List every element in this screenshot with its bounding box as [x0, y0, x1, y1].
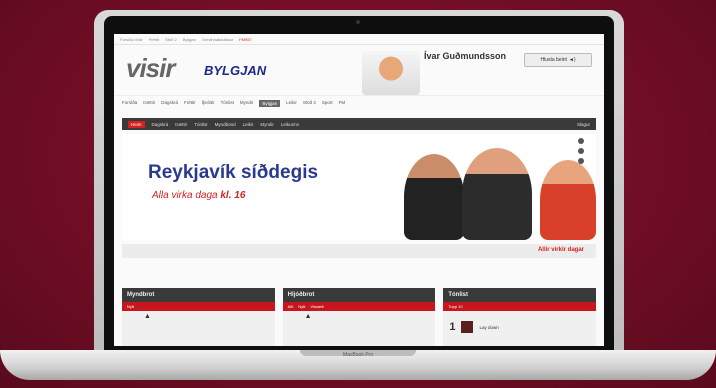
category-link[interactable]: Tónlist [221, 100, 234, 107]
nav-item[interactable]: Tónlist [194, 122, 207, 127]
audio-box: Hljóðbrot Allt Nýtt Vinsælt ▲ [282, 288, 436, 346]
box-tab[interactable]: Topp 10 [448, 304, 462, 309]
video-box: Myndbrot Nýtt ▲ [122, 288, 275, 346]
browser-screen: Forsíða Vísir Fréttir Stöð 2 Bylgjan Ger… [114, 34, 604, 346]
box-tab[interactable]: Nýtt [298, 304, 305, 309]
nav-item[interactable]: Þættir [175, 122, 187, 127]
listen-label: Hlusta beint [540, 57, 567, 63]
banner-title: Reykjavík síðdegis [148, 162, 319, 183]
main-nav: Heim Dagskrá Þættir Tónlist Myndbönd Lei… [122, 118, 596, 130]
speaker-icon: ◄) [568, 57, 576, 63]
content-boxes: Myndbrot Nýtt ▲ Hljóðbrot Allt Nýtt Vins… [122, 288, 597, 346]
host-figure [462, 148, 532, 240]
nav-home[interactable]: Heim [128, 120, 145, 128]
chart-song: Lay down [479, 324, 499, 330]
category-link[interactable]: Dagskrá [161, 100, 178, 107]
top-link[interactable]: Forsíða Vísir [120, 37, 143, 42]
category-link[interactable]: Myndir [240, 100, 254, 107]
chevron-up-icon[interactable]: ▲ [305, 313, 312, 320]
chart-position: 1 [449, 321, 456, 333]
banner-sub-time: kl. 16 [220, 190, 246, 201]
box-body: ▲ [122, 311, 275, 346]
nav-item-right[interactable]: Slagur [577, 122, 590, 127]
banner-subtitle: Alla virka daga kl. 16 [152, 190, 245, 201]
bylgjan-logo[interactable]: BYLGJAN [204, 63, 266, 78]
banner-sub-text: Alla virka daga [152, 190, 218, 201]
banner-footer-strip: Allir virkir dagar [122, 244, 596, 258]
category-link[interactable]: Sport [322, 100, 333, 107]
nav-item[interactable]: Leikir [243, 122, 254, 127]
top-link[interactable]: Stöð 2 [165, 37, 177, 42]
box-tab[interactable]: Allt [288, 304, 294, 309]
category-link[interactable]: Íþróttir [202, 100, 215, 107]
box-title: Myndbrot [122, 288, 275, 302]
pager-dot[interactable] [578, 148, 584, 154]
category-link[interactable]: Þættir [143, 100, 155, 107]
top-links-bar: Forsíða Vísir Fréttir Stöð 2 Bylgjan Ger… [114, 34, 604, 45]
box-tabs: Allt Nýtt Vinsælt [282, 302, 436, 311]
pager-dot[interactable] [578, 158, 584, 164]
box-body: 1 Lay down [443, 311, 596, 346]
category-link[interactable]: Stöð 2 [303, 100, 316, 107]
host-photo [362, 51, 420, 95]
box-tabs: Nýtt [122, 302, 275, 311]
category-link[interactable]: Forsíða [122, 100, 137, 107]
box-title: Hljóðbrot [282, 288, 436, 302]
top-link[interactable]: Fréttir [149, 37, 159, 42]
nav-item[interactable]: Myndir [260, 122, 274, 127]
top-link[interactable]: Gervihnattadiskur [202, 37, 233, 42]
pager-dot[interactable] [578, 138, 584, 144]
box-tab[interactable]: Nýtt [127, 304, 134, 309]
category-nav: Forsíða Þættir Dagskrá Fréttir Íþróttir … [114, 96, 604, 118]
nav-item[interactable]: Dagskrá [152, 122, 169, 127]
category-link[interactable]: Leikir [286, 100, 297, 107]
top-link[interactable]: FM957 [239, 37, 251, 42]
banner-more-link[interactable]: Allir virkir dagar [538, 247, 584, 253]
category-link-active[interactable]: Bylgjan [259, 100, 281, 107]
box-title: Tónlist [443, 288, 597, 302]
visir-logo[interactable]: visir [126, 53, 175, 84]
album-thumbnail [461, 321, 474, 333]
host-name: Ívar Guðmundsson [424, 51, 507, 61]
model-label: MacBook Pro [342, 352, 373, 358]
chart-entry[interactable]: 1 Lay down [449, 321, 499, 333]
box-body: ▲ [283, 311, 436, 346]
box-tabs: Topp 10 [443, 302, 597, 311]
listen-live-button[interactable]: Hlusta beint ◄) [524, 53, 592, 67]
category-link[interactable]: FM [339, 100, 346, 107]
category-link[interactable]: Fréttir [184, 100, 196, 107]
host-figure [540, 160, 596, 240]
banner-pager [578, 138, 584, 164]
box-tab[interactable]: Vinsælt [310, 304, 323, 309]
promo-banner[interactable]: Reykjavík síðdegis Alla virka daga kl. 1… [122, 134, 596, 240]
site-header: visir BYLGJAN Ívar Guðmundsson Hlusta be… [114, 45, 604, 96]
top-link[interactable]: Bylgjan [183, 37, 196, 42]
nav-item[interactable]: Myndbönd [215, 122, 236, 127]
chevron-up-icon[interactable]: ▲ [144, 313, 151, 320]
camera-icon [356, 20, 360, 24]
host-figure [404, 154, 464, 240]
nav-item[interactable]: Leikurinn [281, 122, 299, 127]
music-box: Tónlist Topp 10 1 Lay down [443, 288, 597, 346]
